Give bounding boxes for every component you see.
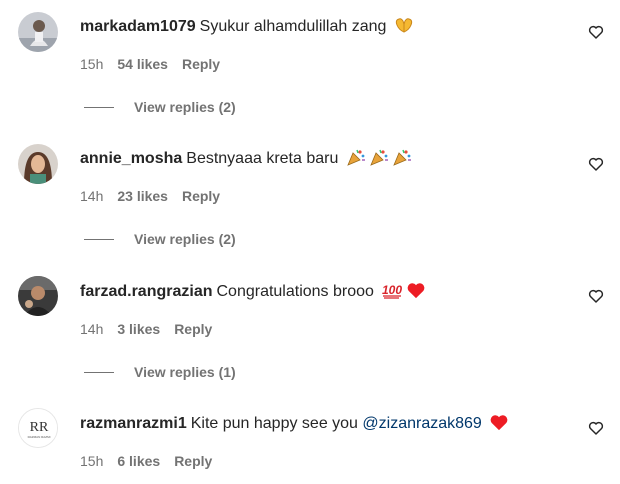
- comment-meta: 14h 3 likes Reply: [80, 320, 212, 338]
- view-replies-label: View replies (1): [134, 364, 236, 380]
- divider: [84, 239, 114, 240]
- party-popper-icon: [392, 148, 412, 172]
- avatar[interactable]: [18, 12, 58, 52]
- red-heart-icon: [489, 413, 509, 437]
- comment-username[interactable]: markadam1079: [80, 18, 196, 35]
- view-replies-button[interactable]: View replies (1): [84, 363, 236, 381]
- avatar[interactable]: RR RAZMAN RAZMI: [18, 408, 58, 448]
- comment-time: 15h: [80, 56, 104, 72]
- comment-meta: 15h 54 likes Reply: [80, 55, 220, 73]
- comment-line: annie_mosha Bestnyaaa kreta baru: [80, 148, 412, 172]
- avatar[interactable]: [18, 276, 58, 316]
- comment-text: Bestnyaaa kreta baru: [186, 150, 339, 167]
- like-heart-button[interactable]: [588, 24, 604, 40]
- reply-button[interactable]: Reply: [182, 188, 220, 204]
- comment-username[interactable]: annie_mosha: [80, 150, 182, 167]
- comment-line: markadam1079 Syukur alhamdulillah zang: [80, 16, 414, 40]
- like-heart-button[interactable]: [588, 288, 604, 304]
- comment-line: farzad.rangrazian Congratulations brooo 1…: [80, 281, 426, 305]
- like-heart-button[interactable]: [588, 156, 604, 172]
- comment-username[interactable]: razmanrazmi1: [80, 415, 187, 432]
- reply-button[interactable]: Reply: [174, 453, 212, 469]
- view-replies-label: View replies (2): [134, 231, 236, 247]
- comment-likes[interactable]: 23 likes: [117, 188, 168, 204]
- red-heart-icon: [406, 281, 426, 305]
- party-popper-icon: [369, 148, 389, 172]
- view-replies-label: View replies (2): [134, 99, 236, 115]
- avatar[interactable]: [18, 144, 58, 184]
- divider: [84, 372, 114, 373]
- svg-text:100: 100: [382, 283, 402, 297]
- comment-likes[interactable]: 3 likes: [117, 321, 160, 337]
- mention-link[interactable]: @zizanrazak869: [362, 415, 481, 432]
- reply-button[interactable]: Reply: [174, 321, 212, 337]
- comment-time: 14h: [80, 321, 104, 337]
- comment-likes[interactable]: 54 likes: [117, 56, 168, 72]
- comment-meta: 15h 6 likes Reply: [80, 452, 212, 470]
- comment-text: Kite pun happy see you: [190, 415, 358, 432]
- divider: [84, 107, 114, 108]
- view-replies-button[interactable]: View replies (2): [84, 98, 236, 116]
- comment-username[interactable]: farzad.rangrazian: [80, 283, 212, 300]
- avatar-logo-text: RAZMAN RAZMI: [28, 435, 51, 439]
- hundred-points-icon: 100: [381, 281, 403, 305]
- comment-likes[interactable]: 6 likes: [117, 453, 160, 469]
- comment-meta: 14h 23 likes Reply: [80, 187, 220, 205]
- comment-line: razmanrazmi1 Kite pun happy see you @ziza…: [80, 413, 509, 437]
- svg-text:RR: RR: [30, 420, 49, 435]
- comment-time: 15h: [80, 453, 104, 469]
- party-popper-icon: [346, 148, 366, 172]
- view-replies-button[interactable]: View replies (2): [84, 230, 236, 248]
- like-heart-button[interactable]: [588, 420, 604, 436]
- comment-text: Syukur alhamdulillah zang: [199, 18, 387, 35]
- hands-icon: [394, 16, 414, 40]
- comment-text: Congratulations brooo: [216, 283, 374, 300]
- reply-button[interactable]: Reply: [182, 56, 220, 72]
- comment-time: 14h: [80, 188, 104, 204]
